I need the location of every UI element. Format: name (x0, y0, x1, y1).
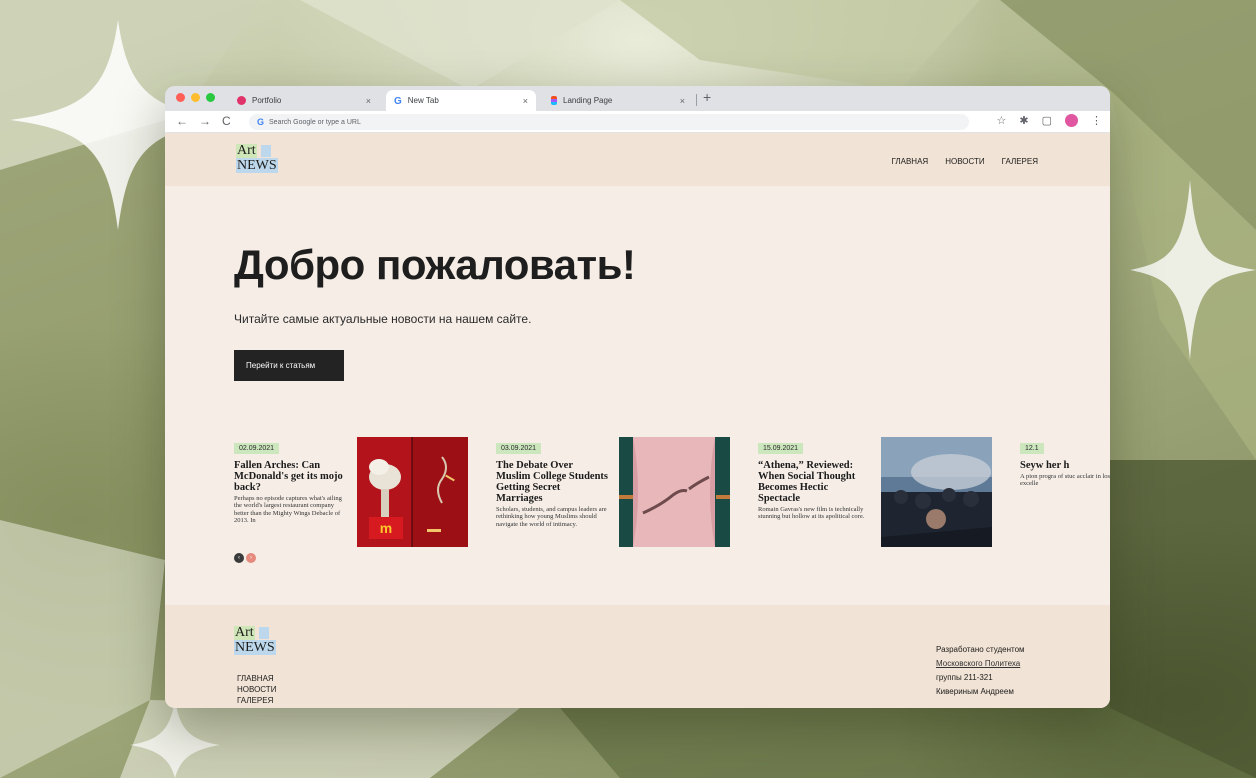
article-title[interactable]: Fallen Arches: Can McDonald's get its mo… (234, 460, 346, 493)
address-bar-placeholder: Search Google or type a URL (269, 118, 361, 126)
footer-nav: ГЛАВНАЯ НОВОСТИ ГАЛЕРЕЯ (237, 673, 276, 706)
tab-title: Portfolio (252, 96, 282, 105)
back-arrow-icon[interactable]: ← (176, 114, 188, 128)
logo-mark-icon (260, 145, 271, 157)
credits-line-3: группы 211-321 (936, 673, 993, 682)
articles-carousel: 02.09.2021 Fallen Arches: Can McDonald's… (234, 437, 1110, 551)
maximize-window-button[interactable] (206, 93, 215, 102)
footer-link-news[interactable]: НОВОСТИ (237, 684, 276, 695)
close-tab-icon[interactable]: × (366, 96, 371, 106)
footer-credits: Разработано студентом Московского Полите… (936, 643, 1025, 699)
side-panel-icon[interactable]: ▢ (1042, 114, 1052, 127)
address-bar[interactable]: G Search Google or type a URL (249, 114, 969, 130)
tab-landing-page[interactable]: Landing Page × (543, 90, 693, 111)
footer-link-home[interactable]: ГЛАВНАЯ (237, 673, 276, 684)
footer-link-gallery[interactable]: ГАЛЕРЕЯ (237, 695, 276, 706)
go-to-articles-button[interactable]: Перейти к статьям (234, 350, 344, 381)
menu-kebab-icon[interactable]: ⋮ (1091, 114, 1102, 127)
article-card[interactable]: 15.09.2021 “Athena,” Reviewed: When Soci… (758, 437, 993, 551)
close-tab-icon[interactable]: × (523, 96, 528, 106)
article-description: A pion progra of stuc acclair in los a e… (1020, 473, 1110, 488)
web-page: Art NEWS ГЛАВНАЯ НОВОСТИ ГАЛЕРЕЯ Добро п… (165, 133, 1110, 708)
credits-line-1: Разработано студентом (936, 645, 1025, 654)
google-icon: G (257, 117, 265, 127)
google-favicon-icon: G (394, 96, 402, 107)
close-tab-icon[interactable]: × (680, 96, 685, 106)
article-image-hands[interactable] (619, 437, 730, 547)
article-description: Perhaps no episode captures what's ailin… (234, 495, 342, 525)
tab-separator (696, 94, 697, 106)
article-image-mcdonalds[interactable]: m (357, 437, 468, 547)
article-title[interactable]: “Athena,” Reviewed: When Social Thought … (758, 460, 870, 504)
window-controls (176, 93, 215, 102)
carousel-next-icon[interactable]: › (246, 553, 256, 563)
nav-link-home[interactable]: ГЛАВНАЯ (892, 157, 929, 166)
tab-title: Landing Page (563, 96, 613, 105)
extensions-icon[interactable]: ✱ (1019, 114, 1028, 127)
logo-news-text: NEWS (236, 158, 278, 173)
carousel-controls: ‹ › (234, 553, 256, 563)
article-description: Romain Gavras's new film is technically … (758, 506, 865, 521)
reload-icon[interactable]: C (222, 114, 231, 128)
article-date: 03.09.2021 (496, 443, 542, 454)
minimize-window-button[interactable] (191, 93, 200, 102)
tab-portfolio[interactable]: Portfolio × (229, 90, 379, 111)
hero-section: Добро пожаловать! Читайте самые актуальн… (234, 193, 636, 381)
tab-new-tab[interactable]: G New Tab × (386, 90, 536, 111)
hero-title: Добро пожаловать! (234, 241, 636, 288)
article-date: 15.09.2021 (758, 443, 804, 454)
article-card[interactable]: 02.09.2021 Fallen Arches: Can McDonald's… (234, 437, 469, 551)
footer-logo[interactable]: Art NEWS (234, 626, 276, 655)
forward-arrow-icon[interactable]: → (199, 114, 211, 128)
article-description: Scholars, students, and campus leaders a… (496, 506, 607, 528)
article-title[interactable]: The Debate Over Muslim College Students … (496, 460, 608, 504)
site-header: Art NEWS ГЛАВНАЯ НОВОСТИ ГАЛЕРЕЯ (165, 133, 1110, 186)
svg-text:m: m (380, 520, 392, 536)
credits-line-4: Кивериным Андреем (936, 687, 1014, 696)
site-logo[interactable]: Art NEWS (236, 144, 278, 173)
article-date: 02.09.2021 (234, 443, 280, 454)
university-link[interactable]: Московского Политеха (936, 657, 1025, 671)
logo-art-text: Art (236, 143, 257, 158)
nav-link-news[interactable]: НОВОСТИ (945, 157, 984, 166)
tab-strip: Portfolio × G New Tab × Landing Page × + (165, 86, 1110, 111)
new-tab-button[interactable]: + (703, 89, 711, 105)
carousel-prev-icon[interactable]: ‹ (234, 553, 244, 563)
browser-window: Portfolio × G New Tab × Landing Page × +… (165, 86, 1110, 708)
article-date: 12.1 (1020, 443, 1044, 454)
profile-avatar-icon[interactable] (1065, 114, 1078, 127)
tab-title: New Tab (407, 96, 439, 105)
logo-news-text: NEWS (234, 640, 276, 655)
nav-link-gallery[interactable]: ГАЛЕРЕЯ (1002, 157, 1038, 166)
article-image-crowd[interactable] (881, 437, 992, 547)
logo-mark-icon (258, 627, 269, 639)
main-nav: ГЛАВНАЯ НОВОСТИ ГАЛЕРЕЯ (892, 157, 1039, 166)
bookmark-star-icon[interactable]: ☆ (997, 114, 1007, 127)
logo-art-text: Art (234, 625, 255, 640)
article-card[interactable]: 12.1 Seyw her h A pion progra of stuc ac… (1020, 437, 1110, 551)
site-footer: Art NEWS ГЛАВНАЯ НОВОСТИ ГАЛЕРЕЯ Разрабо… (165, 605, 1110, 708)
figma-favicon-icon (551, 96, 557, 105)
article-title[interactable]: Seyw her h (1020, 460, 1110, 471)
hero-subtitle: Читайте самые актуальные новости на наше… (234, 312, 532, 326)
article-card[interactable]: 03.09.2021 The Debate Over Muslim Colleg… (496, 437, 731, 551)
close-window-button[interactable] (176, 93, 185, 102)
browser-toolbar: ← → C G Search Google or type a URL ☆ ✱ … (165, 111, 1110, 133)
portfolio-favicon-icon (237, 96, 246, 105)
